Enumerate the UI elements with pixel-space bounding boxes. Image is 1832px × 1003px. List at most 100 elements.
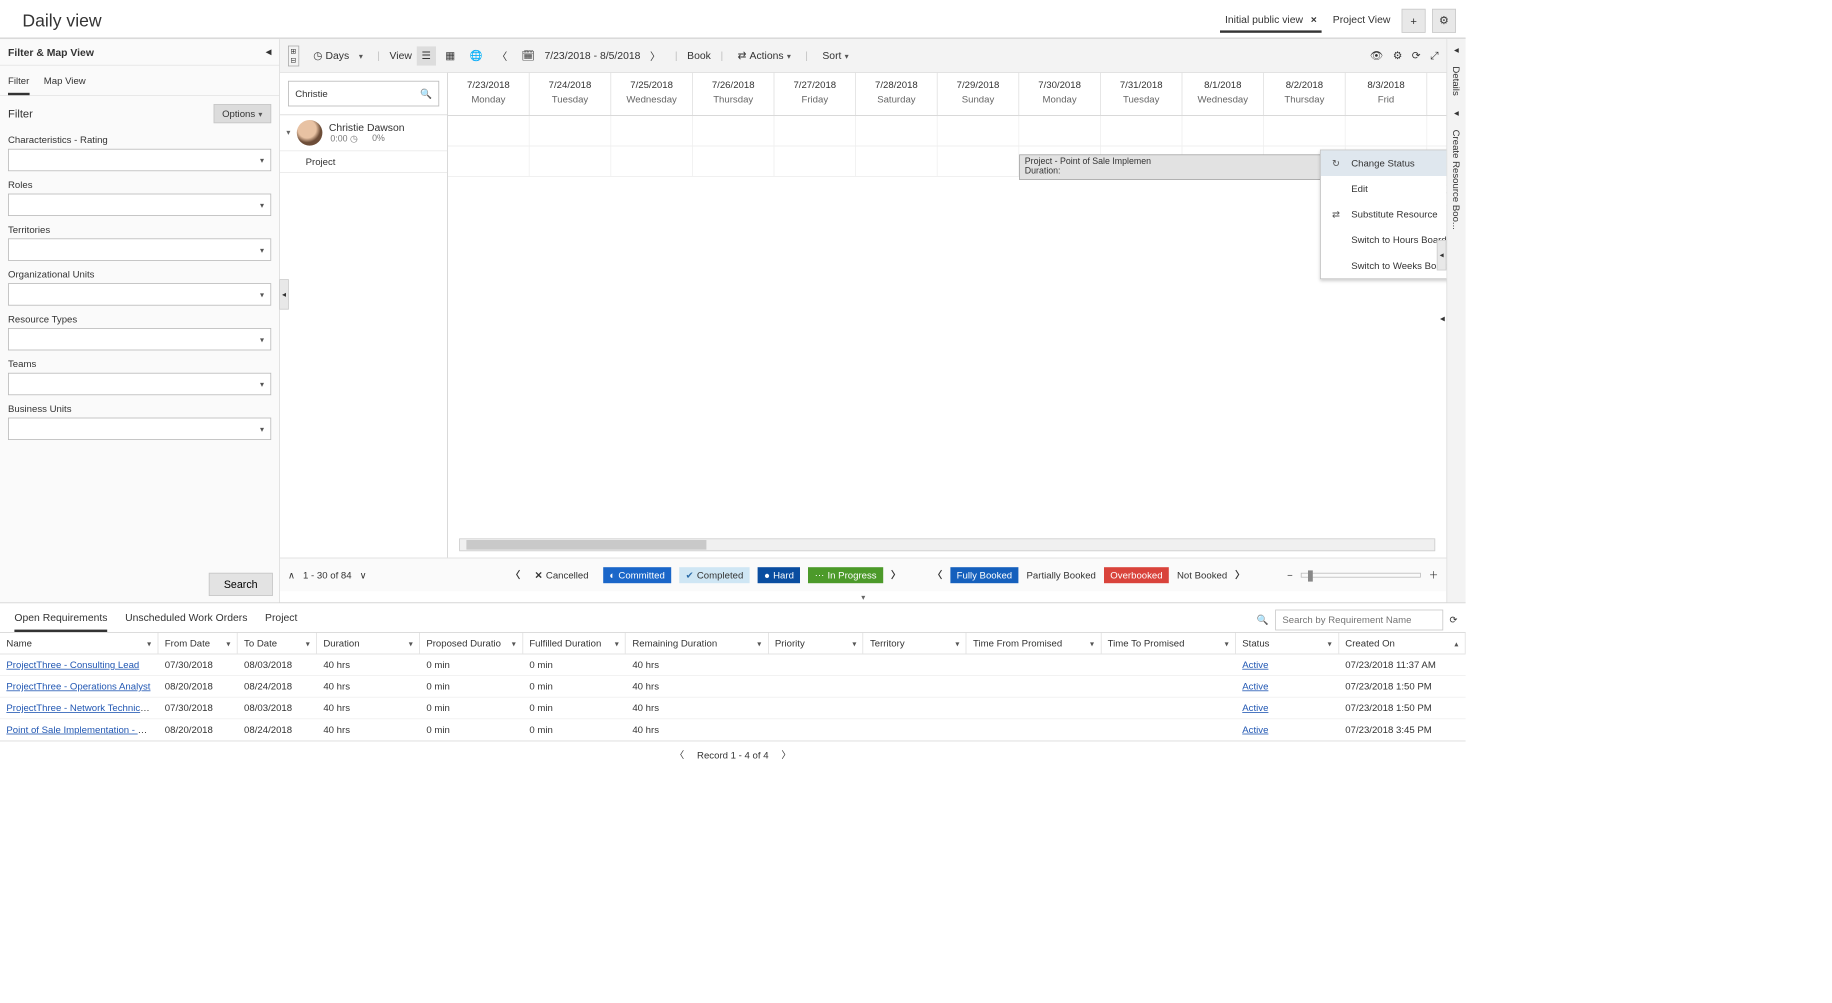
menu-item[interactable]: ⇄Substitute Resource▸ — [1321, 202, 1447, 228]
grid-cell[interactable] — [1264, 116, 1346, 146]
sort-dropdown[interactable]: Sort — [818, 46, 854, 64]
expand-icon[interactable]: ▾ — [286, 128, 290, 137]
table-row[interactable]: ProjectThree - Consulting Lead07/30/2018… — [0, 654, 1466, 676]
first-page-icon[interactable]: ∧ — [288, 569, 295, 580]
prev-icon[interactable]: 〈 — [511, 568, 521, 582]
grid-cell[interactable] — [856, 116, 938, 146]
prev-icon2[interactable]: 〈 — [933, 568, 943, 582]
grid-cell[interactable] — [774, 116, 856, 146]
tab-project[interactable]: Project — [265, 608, 297, 632]
grid-cell[interactable] — [530, 146, 612, 176]
refresh-icon[interactable]: ⟳ — [1412, 49, 1421, 62]
requirement-link[interactable]: Point of Sale Implementation - O... — [6, 724, 153, 735]
filter-select[interactable] — [8, 418, 271, 440]
zoom-out-icon[interactable]: − — [1287, 569, 1293, 580]
grid-cell[interactable] — [448, 116, 530, 146]
menu-item[interactable]: Switch to Hours Board — [1321, 227, 1447, 253]
gear-icon[interactable]: ⚙ — [1393, 49, 1402, 62]
menu-item[interactable]: Switch to Weeks Board — [1321, 253, 1447, 279]
close-icon[interactable]: × — [1311, 13, 1317, 25]
grid-cell[interactable] — [611, 146, 693, 176]
pager-prev[interactable]: 〈 — [675, 748, 685, 762]
column-header[interactable]: Remaining Duration — [626, 633, 769, 654]
scroll-right-handle[interactable]: ◂ — [1440, 313, 1445, 324]
next-icon[interactable]: 〉 — [891, 568, 901, 582]
filter-select[interactable] — [8, 373, 271, 395]
sidebar-tab-filter[interactable]: Filter — [8, 72, 29, 95]
view-grid-button[interactable]: ▦ — [440, 46, 459, 65]
column-header[interactable]: Status — [1236, 633, 1339, 654]
requirement-link[interactable]: ProjectThree - Consulting Lead — [6, 659, 139, 670]
view-tab-project[interactable]: Project View — [1328, 8, 1395, 32]
grid-cell[interactable] — [448, 146, 530, 176]
grid-cell[interactable] — [938, 116, 1020, 146]
fullscreen-icon[interactable]: ⤢ — [1430, 49, 1438, 62]
column-header[interactable]: Fulfilled Duration — [523, 633, 626, 654]
column-header[interactable]: Time From Promised — [967, 633, 1102, 654]
column-header[interactable]: To Date — [238, 633, 317, 654]
calendar-icon[interactable]: 🗓 — [517, 46, 540, 65]
pager-next[interactable]: 〉 — [781, 748, 791, 762]
time-unit-dropdown[interactable]: ◷ Days — [308, 46, 367, 65]
grid-cell[interactable] — [530, 116, 612, 146]
add-view-button[interactable]: + — [1402, 8, 1426, 32]
grid-cell[interactable] — [693, 116, 775, 146]
tab-open-requirements[interactable]: Open Requirements — [14, 608, 107, 632]
grid-cell[interactable] — [611, 116, 693, 146]
next-page-icon[interactable]: ∨ — [360, 569, 367, 580]
column-header[interactable]: Territory — [864, 633, 967, 654]
status-link[interactable]: Active — [1242, 702, 1268, 713]
resource-row[interactable]: ▾ Christie Dawson 0:00 ◷ 0% — [280, 115, 447, 151]
collapse-handle-right[interactable]: ◂ — [1437, 240, 1447, 270]
menu-item[interactable]: ↻Change Status▸ — [1321, 150, 1447, 176]
grid-cell[interactable] — [1182, 116, 1264, 146]
collapse-right-icon2[interactable]: ◂ — [1454, 102, 1459, 123]
column-header[interactable]: Priority — [768, 633, 863, 654]
column-header[interactable]: Time To Promised — [1101, 633, 1236, 654]
table-row[interactable]: ProjectThree - Network Technician07/30/2… — [0, 698, 1466, 720]
column-header[interactable]: From Date — [158, 633, 237, 654]
next-icon2[interactable]: 〉 — [1235, 568, 1245, 582]
requirement-link[interactable]: ProjectThree - Operations Analyst — [6, 681, 150, 692]
filter-select[interactable] — [8, 149, 271, 171]
actions-dropdown[interactable]: ⇄ Actions — [733, 46, 796, 65]
grid-cell[interactable] — [856, 146, 938, 176]
column-header[interactable]: Proposed Duratio — [420, 633, 523, 654]
project-row[interactable]: Project — [280, 151, 447, 173]
options-button[interactable]: Options — [213, 104, 271, 123]
status-link[interactable]: Active — [1242, 681, 1268, 692]
column-header[interactable]: Name — [0, 633, 158, 654]
collapse-right-icon[interactable]: ◂ — [1454, 39, 1459, 60]
resource-search-input[interactable]: Christie 🔍 — [288, 81, 439, 107]
grid-cell[interactable] — [1346, 116, 1428, 146]
grid-cell[interactable] — [1019, 116, 1101, 146]
view-tab-initial[interactable]: Initial public view × — [1220, 8, 1321, 32]
grid-cell[interactable] — [1101, 116, 1183, 146]
table-row[interactable]: ProjectThree - Operations Analyst08/20/2… — [0, 676, 1466, 698]
book-label[interactable]: Book — [687, 50, 711, 62]
grid-cell[interactable] — [774, 146, 856, 176]
next-range-button[interactable]: 〉 — [645, 45, 665, 67]
filter-select[interactable] — [8, 194, 271, 216]
grid-cell[interactable] — [938, 146, 1020, 176]
filter-select[interactable] — [8, 283, 271, 305]
column-header[interactable]: Duration — [317, 633, 420, 654]
requirement-link[interactable]: ProjectThree - Network Technician — [6, 702, 153, 713]
view-list-button[interactable]: ☰ — [417, 46, 436, 65]
zoom-slider[interactable] — [1301, 572, 1421, 577]
zoom-in-icon[interactable]: ＋ — [1429, 568, 1439, 582]
table-row[interactable]: Point of Sale Implementation - O...08/20… — [0, 719, 1466, 741]
create-booking-tab[interactable]: Create Resource Boo... — [1451, 123, 1462, 236]
collapse-icon[interactable]: ◂ — [266, 46, 271, 59]
details-tab[interactable]: Details — [1451, 60, 1462, 102]
prev-range-button[interactable]: 〈 — [492, 45, 512, 67]
filter-select[interactable] — [8, 328, 271, 350]
status-link[interactable]: Active — [1242, 724, 1268, 735]
booking-bar[interactable]: Project - Point of Sale Implemen Duratio… — [1019, 154, 1345, 180]
collapse-left-button[interactable]: ◂ — [279, 279, 289, 309]
tab-unscheduled[interactable]: Unscheduled Work Orders — [125, 608, 247, 632]
status-link[interactable]: Active — [1242, 659, 1268, 670]
menu-item[interactable]: Edit — [1321, 176, 1447, 202]
horizontal-scrollbar[interactable] — [459, 538, 1435, 551]
view-map-button[interactable]: 🌐 — [465, 46, 488, 65]
